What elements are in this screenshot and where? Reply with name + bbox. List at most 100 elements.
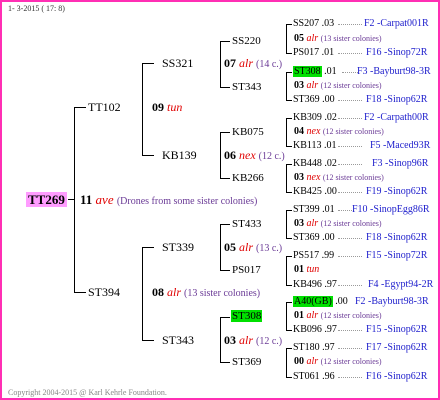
gen2-info: 06 nex (12 c.)	[224, 148, 285, 162]
gen3-info: 03 alr (12 sister colonies)	[294, 218, 382, 229]
gen4-ref: F16 -Sinop72R	[366, 47, 428, 58]
gen4-ref: F18 -Sinop62R	[366, 232, 428, 243]
copyright: Copyright 2004-2015 @ Karl Kehrle Founda…	[8, 388, 167, 397]
gen3-info: 04 nex (12 sister colonies)	[294, 126, 384, 137]
gen1-info: 09 tun	[152, 100, 183, 114]
gen3-node[interactable]: KB075	[232, 126, 264, 138]
gen2-node[interactable]: SS321	[162, 56, 193, 70]
pedigree-frame: 1- 3-2015 ( 17: 8) TT269 11 ave (Drones …	[0, 0, 440, 400]
gen4-row[interactable]: KB496 .97	[293, 279, 337, 291]
root-note: (Drones from some sister colonies)	[116, 196, 258, 207]
connector	[286, 164, 292, 165]
gen4-row[interactable]: ST399 .01	[293, 204, 335, 216]
root-node[interactable]: TT269	[26, 192, 67, 207]
connector	[142, 340, 154, 341]
connector	[142, 247, 154, 248]
connector	[220, 362, 230, 363]
connector	[286, 146, 292, 147]
gen4-ref: F10 -SinopEgg86R	[352, 204, 430, 215]
gen2-node[interactable]: ST343	[162, 333, 194, 347]
connector	[286, 24, 292, 25]
gen1-node[interactable]: TT102	[88, 100, 121, 114]
gen2-info: 05 alr (13 c.)	[224, 240, 283, 254]
gen3-node[interactable]: KB266	[232, 172, 264, 184]
connector	[142, 63, 143, 155]
gen4-row-highlight[interactable]: A40(GB) .00	[293, 296, 348, 308]
connector	[220, 87, 230, 88]
guide-line	[338, 348, 362, 349]
guide-line	[338, 164, 362, 165]
gen4-row[interactable]: ST369 .00	[293, 232, 335, 244]
gen4-ref: F17 -Sinop62R	[366, 342, 428, 353]
gen4-ref: F2 -Carpat001R	[364, 18, 429, 29]
connector	[220, 178, 230, 179]
gen4-ref: F3 -Sinop96R	[372, 158, 429, 169]
gen2-info: 07 alr (14 c.)	[224, 56, 283, 70]
date-line: 1- 3-2015 ( 17: 8)	[8, 4, 65, 13]
gen3-info: 00 alr (12 sister colonies)	[294, 356, 382, 367]
connector	[74, 107, 86, 108]
gen4-ref: F15 -Sinop72R	[366, 250, 428, 261]
connector	[220, 41, 221, 87]
connector	[220, 132, 221, 178]
connector	[286, 377, 292, 378]
connector	[220, 224, 230, 225]
gen4-ref: F2 -Bayburt98-3R	[355, 296, 429, 307]
connector	[286, 238, 292, 239]
connector	[286, 256, 287, 285]
gen4-row[interactable]: KB096 .97	[293, 324, 337, 336]
guide-line	[338, 146, 362, 147]
gen4-row[interactable]: KB425 .00	[293, 186, 337, 198]
root-num: 11	[80, 192, 93, 207]
gen3-node[interactable]: ST433	[232, 218, 261, 230]
gen4-row[interactable]: ST061 .96	[293, 371, 335, 383]
gen3-node[interactable]: SS220	[232, 35, 261, 47]
gen4-ref: F3 -Bayburt98-3R	[357, 66, 431, 77]
gen4-row[interactable]: ST180 .97	[293, 342, 335, 354]
gen1-node[interactable]: ST394	[88, 285, 120, 299]
gen3-info: 03 alr (12 sister colonies)	[294, 80, 382, 91]
gen3-node-highlight[interactable]: ST308	[231, 310, 263, 322]
guide-line	[338, 53, 362, 54]
gen3-info: 01 alr (12 sister colonies)	[294, 310, 382, 321]
gen4-row[interactable]: SS207 .03	[293, 18, 334, 30]
connector	[142, 155, 154, 156]
gen3-node[interactable]: ST343	[232, 81, 261, 93]
gen4-row[interactable]: KB309 .02	[293, 112, 337, 124]
connector	[220, 317, 221, 362]
connector	[286, 53, 292, 54]
connector	[220, 317, 230, 318]
root-info: 11 ave (Drones from some sister colonies…	[80, 192, 257, 209]
root-label: ave	[95, 192, 114, 207]
connector	[286, 192, 292, 193]
gen2-node[interactable]: ST339	[162, 240, 194, 254]
gen4-ref: F16 -Sinop62R	[366, 371, 428, 382]
gen4-row[interactable]: PS517 .99	[293, 250, 334, 262]
connector	[220, 224, 221, 270]
gen3-node[interactable]: PS017	[232, 264, 261, 276]
gen4-ref: F15 -Sinop62R	[366, 324, 428, 335]
guide-line	[342, 72, 358, 73]
gen4-ref: F2 -Carpath00R	[364, 112, 429, 123]
connector	[286, 302, 292, 303]
gen3-info: 05 alr (13 sister colonies)	[294, 33, 382, 44]
gen4-row[interactable]: PS017 .01	[293, 47, 334, 59]
connector	[286, 100, 292, 101]
gen2-node[interactable]: KB139	[162, 148, 197, 162]
connector	[286, 210, 287, 238]
guide-line	[338, 377, 362, 378]
gen4-row-highlight[interactable]: ST308 .01	[293, 66, 337, 78]
connector	[142, 247, 143, 340]
connector	[220, 41, 230, 42]
connector	[286, 348, 292, 349]
gen4-row[interactable]: ST369 .00	[293, 94, 335, 106]
gen4-row[interactable]: KB113 .01	[293, 140, 337, 152]
gen2-info: 03 alr (12 c.)	[224, 333, 283, 347]
connector	[286, 256, 292, 257]
gen3-node[interactable]: ST369	[232, 356, 261, 368]
guide-line	[338, 256, 362, 257]
gen4-row[interactable]: KB448 .02	[293, 158, 337, 170]
connector	[286, 348, 287, 377]
gen4-ref: F5 -Maced93R	[370, 140, 431, 151]
guide-line	[338, 118, 362, 119]
